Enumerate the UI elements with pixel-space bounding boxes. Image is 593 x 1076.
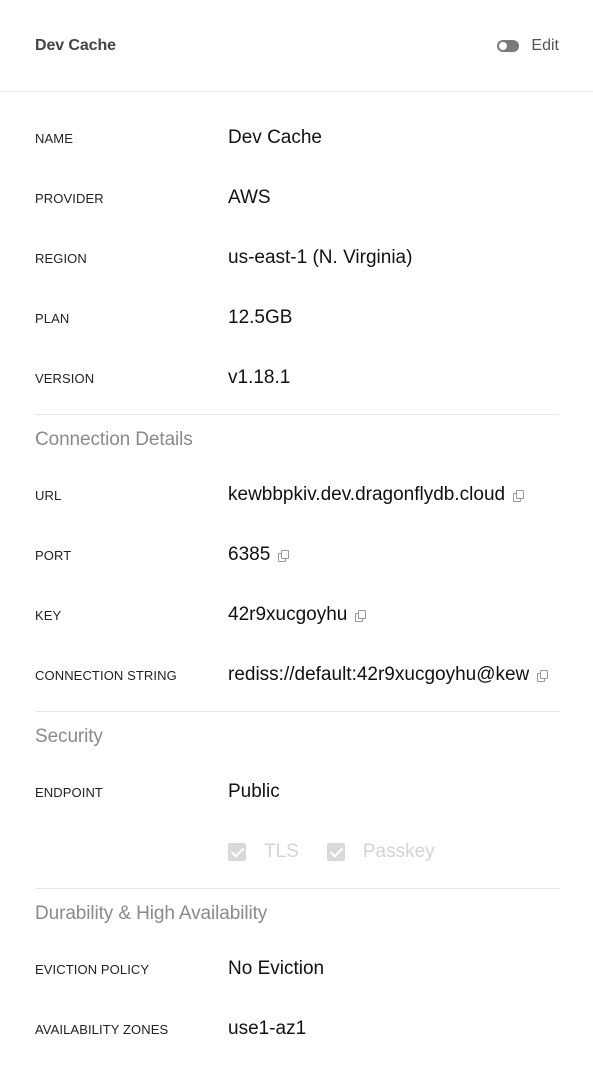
field-value: 12.5GB bbox=[228, 307, 293, 328]
url-value: kewbbpkiv.dev.dragonflydb.cloud bbox=[228, 484, 506, 505]
field-value: rediss://default:42r9xucgoyhu@kew bbox=[228, 664, 549, 686]
field-label: PORT bbox=[35, 547, 72, 563]
detail-row-plan: PLAN 12.5GB bbox=[35, 288, 559, 348]
section-title-connection: Connection Details bbox=[35, 429, 193, 450]
cache-details-panel: Dev Cache Edit NAME Dev Cache PROVIDER A… bbox=[0, 0, 593, 1076]
field-value: 6385 bbox=[228, 544, 290, 566]
section-title-security: Security bbox=[35, 726, 103, 747]
panel-header: Dev Cache Edit bbox=[0, 0, 593, 92]
copy-icon[interactable] bbox=[355, 609, 367, 622]
field-label: URL bbox=[35, 487, 62, 503]
detail-row-region: REGION us-east-1 (N. Virginia) bbox=[35, 228, 559, 288]
field-label: PLAN bbox=[35, 310, 70, 326]
details-content: NAME Dev Cache PROVIDER AWS REGION us-ea… bbox=[0, 92, 593, 1059]
key-value: 42r9xucgoyhu bbox=[228, 604, 348, 625]
field-label: CONNECTION STRING bbox=[35, 667, 177, 683]
tls-checkbox[interactable]: TLS bbox=[228, 841, 299, 863]
page-title: Dev Cache bbox=[35, 36, 116, 54]
detail-row-provider: PROVIDER AWS bbox=[35, 168, 559, 228]
passkey-checkbox[interactable]: Passkey bbox=[326, 841, 435, 863]
field-label: AVAILABILITY ZONES bbox=[35, 1021, 169, 1037]
edit-label[interactable]: Edit bbox=[531, 37, 559, 55]
field-value: us-east-1 (N. Virginia) bbox=[228, 247, 413, 268]
section-title-durability: Durability & High Availability bbox=[35, 903, 268, 924]
copy-icon[interactable] bbox=[513, 489, 525, 502]
field-value: No Eviction bbox=[228, 958, 325, 979]
field-value: kewbbpkiv.dev.dragonflydb.cloud bbox=[228, 484, 525, 506]
field-value: 42r9xucgoyhu bbox=[228, 604, 367, 626]
toggle-icon bbox=[499, 41, 508, 50]
detail-row-endpoint: ENDPOINT Public bbox=[35, 762, 559, 822]
field-label: NAME bbox=[35, 130, 73, 146]
detail-row-key: KEY 42r9xucgoyhu bbox=[35, 585, 559, 645]
detail-row-connection-string: CONNECTION STRING rediss://default:42r9x… bbox=[35, 645, 559, 705]
copy-icon[interactable] bbox=[278, 549, 290, 562]
detail-row-name: NAME Dev Cache bbox=[35, 108, 559, 168]
field-value: Dev Cache bbox=[228, 127, 322, 148]
security-options-row: TLS Passkey bbox=[35, 822, 559, 882]
tls-label: TLS bbox=[264, 841, 299, 862]
detail-row-availability-zones: AVAILABILITY ZONES use1-az1 bbox=[35, 999, 559, 1059]
edit-toggle[interactable] bbox=[497, 39, 520, 52]
connection-string-value: rediss://default:42r9xucgoyhu@kew bbox=[228, 664, 530, 685]
copy-icon[interactable] bbox=[537, 669, 549, 682]
passkey-label: Passkey bbox=[362, 841, 435, 862]
field-value: use1-az1 bbox=[228, 1018, 307, 1039]
port-value: 6385 bbox=[228, 544, 271, 565]
field-value: AWS bbox=[228, 187, 271, 208]
detail-row-eviction-policy: EVICTION POLICY No Eviction bbox=[35, 939, 559, 999]
detail-row-port: PORT 6385 bbox=[35, 525, 559, 585]
field-label: REGION bbox=[35, 250, 87, 266]
detail-row-url: URL kewbbpkiv.dev.dragonflydb.cloud bbox=[35, 465, 559, 525]
field-label: VERSION bbox=[35, 370, 95, 386]
detail-row-version: VERSION v1.18.1 bbox=[35, 348, 559, 408]
endpoint-value: Public bbox=[228, 781, 280, 802]
edit-toggle-group: Edit bbox=[497, 37, 559, 55]
field-value: v1.18.1 bbox=[228, 367, 291, 388]
checkbox-checked-icon bbox=[326, 843, 345, 861]
security-checkboxes: TLS Passkey bbox=[228, 841, 435, 863]
checkbox-checked-icon bbox=[228, 843, 246, 861]
field-label: ENDPOINT bbox=[35, 784, 103, 800]
field-label: KEY bbox=[35, 607, 62, 623]
field-label: EVICTION POLICY bbox=[35, 961, 150, 977]
field-label: PROVIDER bbox=[35, 190, 104, 206]
